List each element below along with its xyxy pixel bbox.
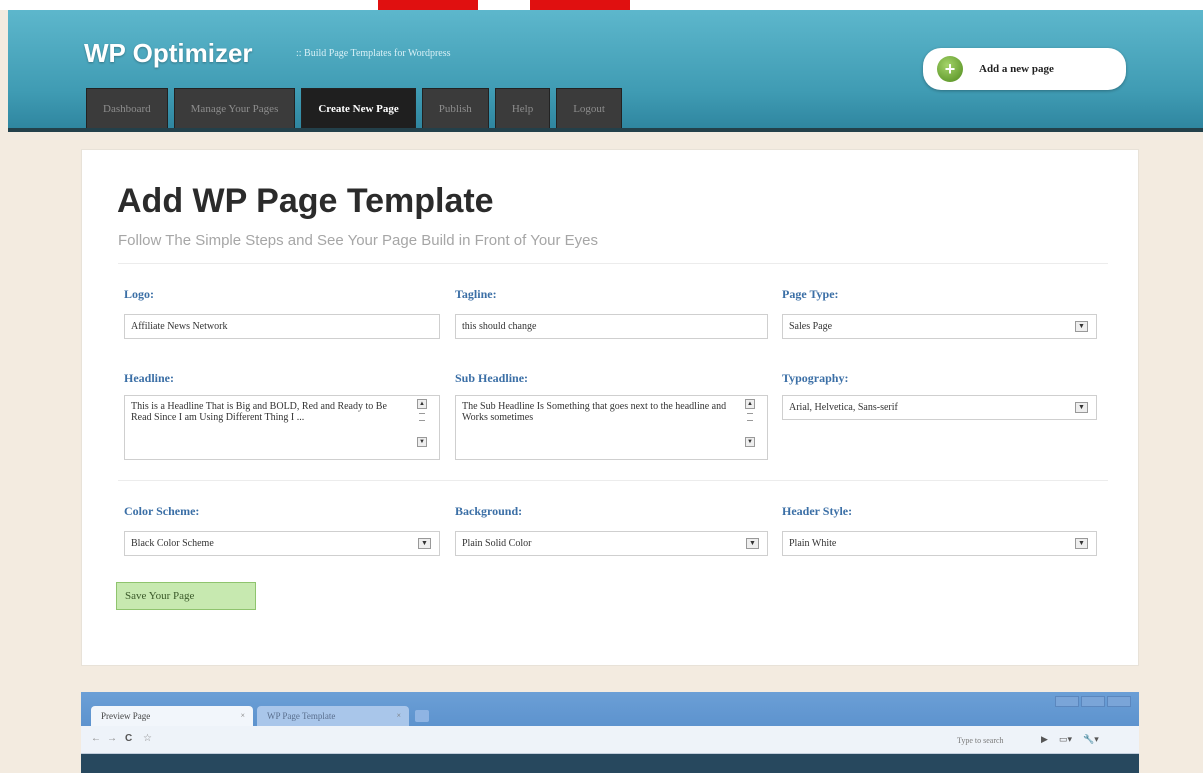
scroll-down-icon[interactable]: ▼	[745, 437, 755, 447]
browser-tab-label: Preview Page	[101, 711, 151, 721]
chevron-down-icon[interactable]: ▼	[1075, 402, 1088, 413]
star-icon[interactable]: ☆	[143, 733, 152, 744]
headline-textarea[interactable]: This is a Headline That is Big and BOLD,…	[124, 395, 440, 460]
page-type-label: Page Type:	[782, 287, 839, 301]
tagline-input[interactable]: this should change	[455, 314, 768, 339]
browser-preview: Preview Page × WP Page Template × ← → C …	[81, 692, 1139, 773]
page-type-value: Sales Page	[789, 321, 833, 332]
divider-top	[118, 263, 1108, 264]
app-title: WP Optimizer	[84, 38, 253, 68]
search-hint[interactable]: Type to search	[957, 736, 1004, 745]
minimize-button[interactable]	[1055, 696, 1079, 707]
new-tab-button[interactable]	[415, 710, 429, 722]
close-icon[interactable]: ×	[396, 711, 401, 721]
tab-help[interactable]: Help	[494, 88, 551, 128]
typography-select[interactable]: Arial, Helvetica, Sans-serif ▼	[782, 395, 1097, 420]
red-mark-left	[378, 0, 478, 10]
forward-arrow-icon[interactable]: →	[107, 733, 117, 744]
save-page-button[interactable]: Save Your Page	[116, 582, 256, 610]
headline-label: Headline:	[124, 371, 174, 385]
sub-headline-label: Sub Headline:	[455, 371, 529, 385]
background-select[interactable]: Plain Solid Color ▼	[455, 531, 768, 556]
main-nav: Dashboard Manage Your Pages Create New P…	[86, 88, 622, 128]
chevron-down-icon[interactable]: ▼	[1075, 538, 1088, 549]
color-scheme-value: Black Color Scheme	[131, 538, 214, 549]
color-scheme-select[interactable]: Black Color Scheme ▼	[124, 531, 440, 556]
back-arrow-icon[interactable]: ←	[91, 733, 101, 744]
scroll-up-icon[interactable]: ▲	[417, 399, 427, 409]
browser-tab-preview[interactable]: Preview Page ×	[91, 706, 253, 726]
window-controls	[1055, 696, 1131, 707]
scroll-up-icon[interactable]: ▲	[745, 399, 755, 409]
page-title: Add WP Page Template	[117, 182, 494, 220]
top-strip	[0, 0, 1203, 10]
chevron-down-icon[interactable]: ▼	[1075, 321, 1088, 332]
close-window-button[interactable]	[1107, 696, 1131, 707]
wrench-icon[interactable]: 🔧▾	[1083, 734, 1099, 745]
browser-toolbar: ← → C ☆ Type to search ▶ ▭▾ 🔧▾	[81, 726, 1139, 754]
headline-value: This is a Headline That is Big and BOLD,…	[131, 401, 387, 423]
tab-publish[interactable]: Publish	[421, 88, 489, 128]
tab-logout[interactable]: Logout	[556, 88, 622, 128]
sub-headline-value: The Sub Headline Is Something that goes …	[462, 401, 727, 423]
browser-tab-template[interactable]: WP Page Template ×	[257, 706, 409, 726]
page-subtitle: Follow The Simple Steps and See Your Pag…	[118, 232, 599, 249]
plus-icon: +	[937, 56, 963, 82]
tab-create-new-page[interactable]: Create New Page	[301, 88, 416, 128]
add-new-page-label: Add a new page	[979, 63, 1054, 75]
chevron-down-icon[interactable]: ▼	[418, 538, 431, 549]
reload-icon[interactable]: C	[125, 733, 132, 744]
close-icon[interactable]: ×	[240, 711, 245, 721]
header-style-label: Header Style:	[782, 504, 853, 518]
typography-value: Arial, Helvetica, Sans-serif	[789, 402, 898, 413]
tab-manage-pages[interactable]: Manage Your Pages	[173, 88, 296, 128]
scroll-down-icon[interactable]: ▼	[417, 437, 427, 447]
headline-scrollbar[interactable]: ▲ ▼	[417, 399, 427, 457]
background-value: Plain Solid Color	[462, 538, 532, 549]
color-scheme-label: Color Scheme:	[124, 504, 200, 518]
scroll-thumb[interactable]	[747, 413, 753, 421]
form-panel: Add WP Page Template Follow The Simple S…	[81, 149, 1139, 666]
scroll-thumb[interactable]	[419, 413, 425, 421]
tagline-label: Tagline:	[455, 287, 497, 301]
background-label: Background:	[455, 504, 523, 518]
header-style-select[interactable]: Plain White ▼	[782, 531, 1097, 556]
divider-middle	[118, 480, 1108, 481]
typography-label: Typography:	[782, 371, 849, 385]
page-menu-icon[interactable]: ▭▾	[1059, 734, 1072, 745]
app-header: WP Optimizer :: Build Page Templates for…	[8, 10, 1203, 132]
maximize-button[interactable]	[1081, 696, 1105, 707]
browser-content	[81, 754, 1139, 773]
sub-headline-scrollbar[interactable]: ▲ ▼	[745, 399, 755, 457]
play-icon[interactable]: ▶	[1041, 734, 1048, 745]
chevron-down-icon[interactable]: ▼	[746, 538, 759, 549]
page-type-select[interactable]: Sales Page ▼	[782, 314, 1097, 339]
logo-label: Logo:	[124, 287, 154, 301]
header-style-value: Plain White	[789, 538, 837, 549]
sub-headline-textarea[interactable]: The Sub Headline Is Something that goes …	[455, 395, 768, 460]
browser-tab-label: WP Page Template	[267, 711, 336, 721]
add-new-page-button[interactable]: + Add a new page	[923, 48, 1126, 90]
logo-input[interactable]: Affiliate News Network	[124, 314, 440, 339]
red-mark-right	[530, 0, 630, 10]
tab-dashboard[interactable]: Dashboard	[86, 88, 168, 128]
app-subtitle: :: Build Page Templates for Wordpress	[296, 48, 451, 59]
